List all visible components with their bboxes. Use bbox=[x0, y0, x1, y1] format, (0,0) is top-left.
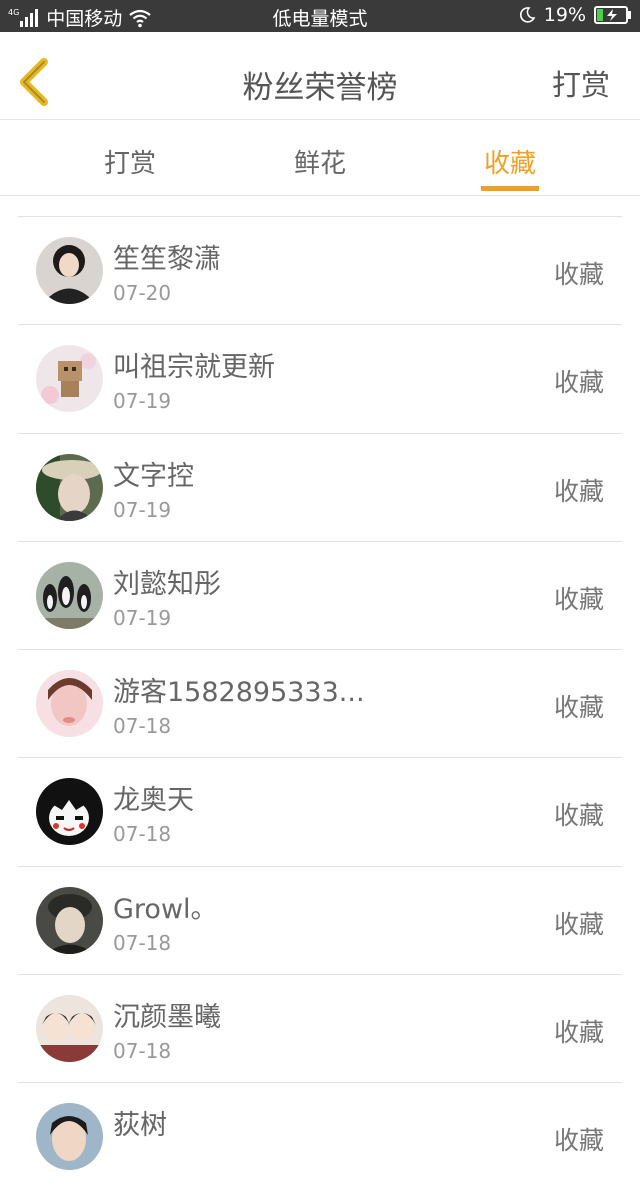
fan-date: 07-19 bbox=[113, 605, 172, 630]
fan-date: 07-18 bbox=[113, 714, 172, 739]
fan-action: 收藏 bbox=[553, 801, 604, 831]
fan-action: 收藏 bbox=[553, 368, 604, 398]
battery-charging-icon bbox=[594, 6, 631, 24]
fan-action: 收藏 bbox=[553, 584, 604, 614]
list-item[interactable]: 龙奥天 07-18 收藏 bbox=[18, 757, 622, 865]
avatar bbox=[36, 670, 103, 738]
fan-date: 07-20 bbox=[113, 281, 172, 305]
fan-date: 07-18 bbox=[113, 822, 172, 847]
fan-date: 07-19 bbox=[113, 389, 172, 414]
fan-name: 沉颜墨曦 bbox=[113, 1002, 221, 1034]
fan-name: 龙奥天 bbox=[113, 785, 194, 817]
fan-action: 收藏 bbox=[553, 693, 604, 723]
moon-icon bbox=[519, 7, 536, 23]
fan-action: 收藏 bbox=[553, 260, 604, 289]
fan-date: 07-19 bbox=[113, 497, 172, 522]
fan-action: 收藏 bbox=[553, 1018, 604, 1048]
list-item[interactable]: Growl。 07-18 收藏 bbox=[18, 865, 622, 974]
fan-name: Growl。 bbox=[113, 893, 218, 925]
battery-percent: 19% bbox=[543, 4, 586, 26]
avatar bbox=[36, 453, 103, 521]
fan-name: 荻树 bbox=[113, 1110, 167, 1142]
nav-bar: 粉丝荣誉榜 打赏 bbox=[0, 32, 640, 120]
tab-favorites[interactable]: 收藏 bbox=[450, 143, 570, 180]
tab-reward[interactable]: 打赏 bbox=[70, 143, 190, 180]
list-item[interactable]: 游客1582895333... 07-18 收藏 bbox=[18, 649, 622, 757]
fan-date: 07-18 bbox=[113, 930, 172, 955]
avatar bbox=[36, 345, 103, 413]
fan-name: 刘懿知彤 bbox=[113, 568, 221, 600]
avatar bbox=[36, 237, 103, 304]
active-tab-indicator bbox=[481, 186, 539, 191]
tab-bar: 打赏 鲜花 收藏 bbox=[0, 121, 640, 196]
fan-name: 文字控 bbox=[113, 460, 194, 492]
list-item[interactable]: 文字控 07-19 收藏 bbox=[18, 432, 622, 541]
list-item[interactable]: 沉颜墨曦 07-18 收藏 bbox=[18, 974, 622, 1082]
tab-flowers[interactable]: 鲜花 bbox=[260, 143, 380, 180]
fan-list: 笙笙黎潇 07-20 收藏 叫祖宗就更新 07-19 收藏 文字控 07-19 … bbox=[18, 216, 622, 1191]
list-item[interactable]: 叫祖宗就更新 07-19 收藏 bbox=[18, 324, 622, 432]
fan-name: 叫祖宗就更新 bbox=[113, 352, 275, 384]
reward-button[interactable]: 打赏 bbox=[552, 62, 610, 104]
fan-action: 收藏 bbox=[553, 476, 604, 506]
list-item[interactable]: 荻树 收藏 bbox=[18, 1082, 622, 1190]
fan-action: 收藏 bbox=[553, 1126, 604, 1156]
status-bar: 4G 中国移动 低电量模式 19% bbox=[0, 0, 640, 32]
avatar bbox=[36, 561, 103, 629]
list-item[interactable]: 笙笙黎潇 07-20 收藏 bbox=[18, 216, 622, 324]
avatar bbox=[36, 995, 103, 1063]
avatar bbox=[36, 778, 103, 846]
list-item[interactable]: 刘懿知彤 07-19 收藏 bbox=[18, 540, 622, 649]
avatar bbox=[36, 1103, 103, 1171]
status-right: 19% bbox=[518, 4, 632, 26]
fan-name: 游客1582895333... bbox=[113, 677, 365, 709]
avatar bbox=[36, 886, 103, 954]
page-title: 粉丝荣誉榜 bbox=[242, 70, 398, 106]
fan-date: 07-18 bbox=[113, 1039, 172, 1064]
fan-action: 收藏 bbox=[553, 909, 604, 939]
fan-name: 笙笙黎潇 bbox=[113, 244, 221, 275]
